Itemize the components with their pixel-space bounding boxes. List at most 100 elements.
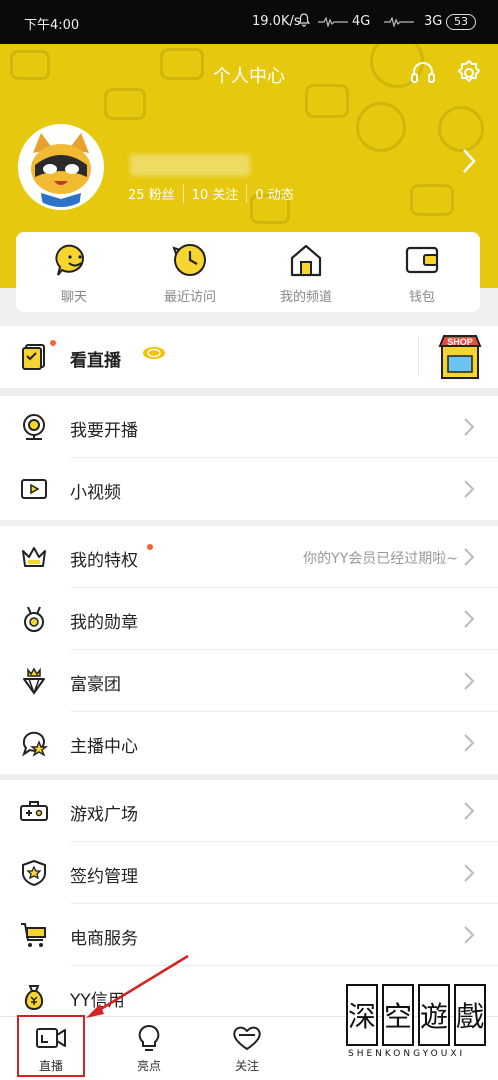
quick-channel[interactable]: 我的频道: [248, 232, 364, 312]
chevron-right-icon: [464, 418, 474, 436]
menu-label: 我的勋章: [70, 613, 138, 633]
wallet-icon: [405, 246, 439, 274]
live-watch-row[interactable]: 看直播 SHOP: [0, 326, 498, 388]
bulb-icon: [138, 1025, 160, 1051]
heart-icon: [233, 1026, 261, 1050]
live-card-icon: [22, 344, 45, 370]
section-services: 游戏广场 签约管理 电商服务 YY信用: [0, 780, 498, 1016]
menu-row-short-video[interactable]: 小视频: [0, 458, 498, 520]
watermark-char: 戲: [454, 984, 486, 1046]
section-broadcast: 我要开播 小视频: [0, 396, 498, 520]
quick-chat-label: 聊天: [60, 290, 87, 305]
quick-wallet-label: 钱包: [408, 290, 435, 305]
menu-row-privilege[interactable]: 我的特权 你的YY会员已经过期啦~: [0, 526, 498, 588]
video-play-icon: [21, 479, 47, 499]
chevron-right-icon: [464, 926, 474, 944]
coin-icon: [143, 347, 165, 359]
menu-row-contract[interactable]: 签约管理: [0, 842, 498, 904]
network-type-2: 3G: [424, 14, 443, 29]
tab-follow[interactable]: 关注: [212, 1025, 282, 1074]
clock-icon: [172, 244, 206, 276]
webcam-icon: [23, 414, 45, 440]
tab-highlights[interactable]: 亮点: [114, 1025, 184, 1074]
decor-disc-icon: [356, 102, 406, 152]
chat-icon: [55, 244, 84, 276]
network-type-1: 4G: [352, 14, 371, 29]
chevron-right-icon: [464, 734, 474, 752]
status-time: 下午4:00: [24, 18, 80, 33]
highlight-box: [17, 1015, 85, 1077]
settings-gear-icon[interactable]: [454, 58, 484, 88]
quick-chat[interactable]: 聊天: [16, 232, 132, 312]
tab-follow-label: 关注: [234, 1059, 259, 1073]
shop-icon[interactable]: SHOP: [438, 334, 482, 380]
divider: [418, 336, 419, 376]
medal-icon: [24, 606, 44, 632]
decor-image-icon: [305, 84, 349, 118]
quick-recent[interactable]: 最近访问: [132, 232, 248, 312]
star-chat-icon: [22, 731, 48, 757]
menu-row-game-plaza[interactable]: 游戏广场: [0, 780, 498, 842]
menu-label: 游戏广场: [70, 805, 138, 825]
gamepad-icon: [20, 801, 48, 821]
profile-stats: 25 粉丝 10 关注 0 动态: [128, 184, 302, 203]
menu-label: 小视频: [70, 483, 121, 503]
chevron-right-icon: [464, 672, 474, 690]
decor-image-icon: [104, 88, 146, 120]
menu-row-host-center[interactable]: 主播中心: [0, 712, 498, 774]
battery-indicator: 53: [446, 14, 476, 30]
menu-row-go-live[interactable]: 我要开播: [0, 396, 498, 458]
quick-wallet[interactable]: 钱包: [364, 232, 480, 312]
menu-label: 电商服务: [70, 929, 138, 949]
chevron-right-icon: [464, 610, 474, 628]
watermark: 深 空 遊 戲 SHENKONGYOUXI: [346, 984, 486, 1059]
quick-channel-label: 我的频道: [279, 290, 332, 305]
chevron-right-icon: [464, 480, 474, 498]
badge-star-icon: [22, 859, 46, 887]
network-speed: 19.0K/s: [252, 14, 301, 29]
quick-actions: 聊天 最近访问 我的频道 钱包: [16, 232, 480, 312]
watermark-char: 遊: [418, 984, 450, 1046]
status-bar: 下午4:00 19.0K/s 4G 3G 53: [0, 0, 498, 44]
notification-dot: [50, 340, 56, 346]
chevron-right-icon: [464, 864, 474, 882]
live-watch-label: 看直播: [70, 351, 121, 371]
diamond-crown-icon: [23, 667, 45, 695]
money-bag-icon: [24, 985, 44, 1011]
membership-expired-note: 你的YY会员已经过期啦~: [303, 551, 458, 567]
tab-highlights-label: 亮点: [136, 1059, 161, 1073]
avatar[interactable]: [18, 124, 104, 210]
quick-recent-label: 最近访问: [163, 290, 216, 305]
chevron-right-icon[interactable]: [462, 148, 476, 174]
chevron-right-icon: [464, 802, 474, 820]
decor-disc-icon: [438, 106, 484, 152]
signal-wave-icon: [384, 17, 414, 27]
fans-count[interactable]: 25 粉丝: [128, 184, 184, 203]
decor-image-icon: [410, 184, 454, 216]
live-watch-section: 看直播 SHOP: [0, 326, 498, 388]
menu-label: YY信用: [70, 991, 125, 1011]
cart-icon: [21, 923, 46, 947]
watermark-logo: 深 空 遊 戲: [346, 984, 486, 1046]
notification-dot: [147, 544, 153, 550]
menu-label: 签约管理: [70, 867, 138, 887]
home-icon: [290, 244, 322, 277]
chevron-right-icon: [464, 548, 474, 566]
bell-icon: [297, 13, 311, 30]
menu-label: 我要开播: [70, 421, 138, 441]
menu-label: 富豪团: [70, 675, 121, 695]
menu-row-ecommerce[interactable]: 电商服务: [0, 904, 498, 966]
headset-icon[interactable]: [408, 58, 438, 88]
section-privileges: 我的特权 你的YY会员已经过期啦~ 我的勋章 富豪团 主播中心: [0, 526, 498, 774]
menu-label: 我的特权: [70, 551, 138, 571]
watermark-caption: SHENKONGYOUXI: [348, 1049, 466, 1059]
watermark-char: 空: [382, 984, 414, 1046]
menu-row-rich-club[interactable]: 富豪团: [0, 650, 498, 712]
follows-count[interactable]: 10 关注: [184, 184, 248, 203]
menu-row-medal[interactable]: 我的勋章: [0, 588, 498, 650]
signal-wave-icon: [318, 17, 348, 27]
shop-text: SHOP: [447, 337, 473, 347]
crown-icon: [22, 547, 46, 567]
menu-label: 主播中心: [70, 737, 138, 757]
posts-count[interactable]: 0 动态: [247, 184, 301, 203]
